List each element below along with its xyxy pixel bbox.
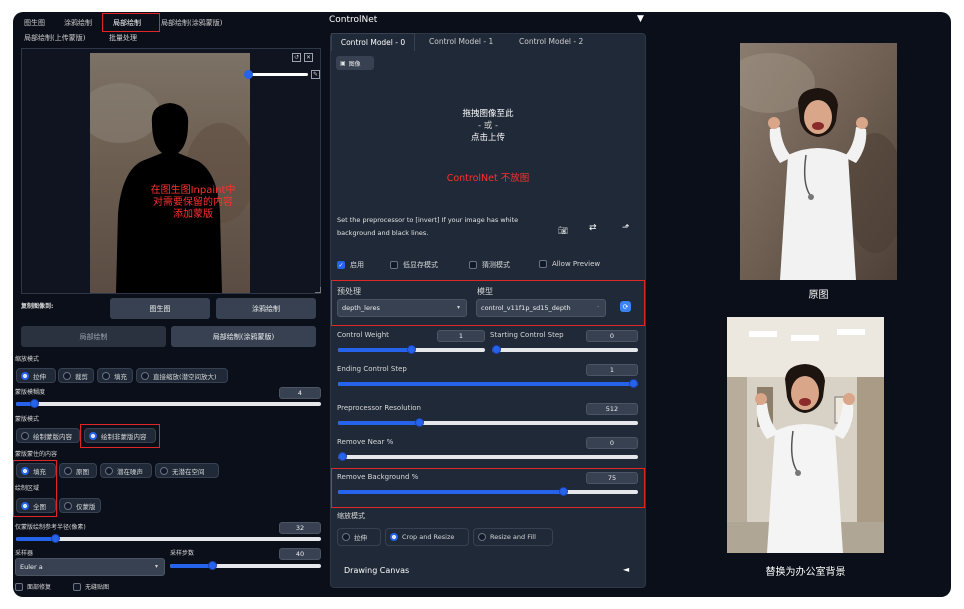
- tiling-checkbox[interactable]: 无缝贴图: [73, 582, 109, 591]
- ending-step-value[interactable]: 1: [586, 364, 638, 376]
- preprocessor-resolution-slider[interactable]: [338, 418, 638, 427]
- image-tab[interactable]: ▣ 图像: [336, 56, 374, 70]
- control-weight-slider[interactable]: [338, 345, 485, 354]
- restore-faces-checkbox[interactable]: 面部修复: [15, 582, 51, 591]
- remove-near-slider[interactable]: [338, 452, 638, 461]
- mask-blur-slider[interactable]: [16, 399, 321, 408]
- caption-original: 原图: [808, 290, 829, 301]
- office-photo: [727, 317, 884, 553]
- padding-slider[interactable]: [16, 534, 321, 543]
- cn-radio-stretch[interactable]: 拉伸: [337, 528, 381, 546]
- inpaint-canvas[interactable]: ↺ ✕ ✎ 在图生图Inpaint中 对需要保留的内容 添加蒙版: [21, 48, 321, 294]
- starting-step-label: Starting Control Step: [490, 331, 564, 339]
- copy-to-sketch-button[interactable]: 涂鸦绘制: [216, 298, 316, 319]
- tab-control-model-1[interactable]: Control Model - 1: [429, 37, 493, 46]
- highlight-box-preprocessor-model: [331, 280, 645, 326]
- highlight-box-inpaint-area: [13, 460, 57, 517]
- resize-handle[interactable]: [315, 287, 321, 293]
- canvas-image: [90, 53, 250, 293]
- cn-radio-resize-fill[interactable]: Resize and Fill: [473, 528, 553, 546]
- highlight-box-tab: [102, 13, 160, 32]
- enable-checkbox[interactable]: ✓ 启用: [337, 260, 364, 270]
- radio-draw-mask[interactable]: 绘制蒙版内容: [16, 428, 80, 443]
- allow-preview-checkbox[interactable]: Allow Preview: [539, 260, 600, 268]
- image-icon: ▣: [340, 59, 346, 67]
- camera-icon[interactable]: 📷︎: [558, 226, 568, 235]
- cn-radio-crop-resize[interactable]: Crop and Resize: [385, 528, 469, 546]
- nurse-photo-original: [740, 43, 897, 280]
- radio-content-latent-nothing[interactable]: 无潜在空间: [155, 463, 219, 478]
- sampler-label: 采样器: [15, 550, 34, 557]
- steps-label: 采样步数: [170, 550, 195, 557]
- brush-size-slider[interactable]: [244, 70, 308, 79]
- chevron-down-icon: ▾: [154, 563, 158, 570]
- ending-step-slider[interactable]: [338, 379, 638, 388]
- mask-annotation: 在图生图Inpaint中 对需要保留的内容 添加蒙版: [150, 185, 236, 220]
- radio-latent-upscale[interactable]: 直接缩放(潜空间放大): [136, 368, 228, 383]
- collapse-icon[interactable]: ▼: [637, 14, 644, 24]
- highlight-box-mask-mode: [80, 424, 160, 448]
- image-drop-zone[interactable]: 拖拽图像至此 - 或 - 点击上传 ControlNet 不放图: [336, 74, 640, 210]
- copy-image-label: 复制图像到:: [21, 303, 54, 310]
- expand-icon[interactable]: ◄: [623, 565, 629, 574]
- highlight-box-remove-background: [331, 468, 645, 508]
- tab-inpaint-upload[interactable]: 局部绘制(上传蒙版): [24, 33, 85, 43]
- ending-step-label: Ending Control Step: [337, 365, 407, 373]
- tab-img2img[interactable]: 图生图: [24, 18, 45, 28]
- tab-control-model-2[interactable]: Control Model - 2: [519, 37, 583, 46]
- copy-to-inpaint-button[interactable]: 局部绘制: [21, 326, 166, 347]
- starting-step-slider[interactable]: [492, 345, 638, 354]
- starting-step-value[interactable]: 0: [586, 330, 638, 342]
- steps-value[interactable]: 40: [279, 548, 321, 560]
- control-weight-value[interactable]: 1: [437, 330, 485, 342]
- radio-crop[interactable]: 裁剪: [58, 368, 94, 383]
- preprocessor-resolution-label: Preprocessor Resolution: [337, 404, 421, 412]
- resize-mode-label: 缩放模式: [15, 356, 40, 363]
- drawing-canvas-accordion[interactable]: Drawing Canvas: [344, 566, 409, 575]
- control-weight-label: Control Weight: [337, 331, 389, 339]
- controlnet-title[interactable]: ControlNet: [329, 15, 377, 25]
- nurse-photo-office: [727, 317, 884, 553]
- preprocessor-hint: Set the preprocessor to [invert] If your…: [337, 216, 519, 237]
- mask-blur-label: 蒙版模糊度: [15, 389, 46, 396]
- copy-to-inpaint-sketch-button[interactable]: 局部绘制(涂鸦蒙版): [171, 326, 316, 347]
- swap-icon[interactable]: ⇄: [589, 223, 597, 233]
- radio-only-masked[interactable]: 仅蒙版: [59, 498, 101, 513]
- guess-mode-checkbox[interactable]: 猜测模式: [469, 260, 510, 270]
- cn-resize-mode-label: 缩放模式: [337, 512, 365, 520]
- lowvram-checkbox[interactable]: 低显存模式: [390, 260, 438, 270]
- radio-fill[interactable]: 填充: [97, 368, 133, 383]
- tab-control-model-0[interactable]: Control Model - 0: [331, 33, 415, 51]
- remove-near-value[interactable]: 0: [586, 437, 638, 449]
- upload-arrow-icon[interactable]: ⬏: [622, 223, 630, 233]
- tab-sketch[interactable]: 涂鸦绘制: [64, 18, 92, 28]
- preprocessor-resolution-value[interactable]: 512: [586, 403, 638, 415]
- caption-office: 替换为办公室背景: [765, 567, 846, 578]
- padding-label: 仅蒙版绘制参考半径(像素): [15, 524, 86, 531]
- tab-batch[interactable]: 批量处理: [109, 33, 137, 43]
- radio-stretch[interactable]: 拉伸: [16, 368, 56, 383]
- copy-to-img2img-button[interactable]: 图生图: [110, 298, 210, 319]
- no-image-note: ControlNet 不放图: [446, 173, 530, 184]
- app-window: 图生图 涂鸦绘制 局部绘制 局部绘制(涂鸦蒙版) 局部绘制(上传蒙版) 批量处理…: [13, 12, 951, 597]
- brush-icon[interactable]: ✎: [311, 70, 320, 79]
- mask-blur-value[interactable]: 4: [279, 387, 321, 399]
- sampler-dropdown[interactable]: Euler a ▾: [15, 558, 165, 576]
- steps-slider[interactable]: [170, 561, 321, 570]
- padding-value[interactable]: 32: [279, 522, 321, 534]
- masked-content-label: 蒙版蒙住的内容: [15, 451, 58, 458]
- tab-inpaint-sketch[interactable]: 局部绘制(涂鸦蒙版): [161, 18, 222, 28]
- radio-content-latent-noise[interactable]: 潜在噪声: [100, 463, 152, 478]
- remove-near-label: Remove Near %: [337, 438, 394, 446]
- undo-icon[interactable]: ↺: [292, 53, 301, 62]
- close-icon[interactable]: ✕: [304, 53, 313, 62]
- original-photo: [740, 43, 897, 280]
- radio-content-original[interactable]: 原图: [59, 463, 97, 478]
- mask-mode-label: 蒙版模式: [15, 416, 40, 423]
